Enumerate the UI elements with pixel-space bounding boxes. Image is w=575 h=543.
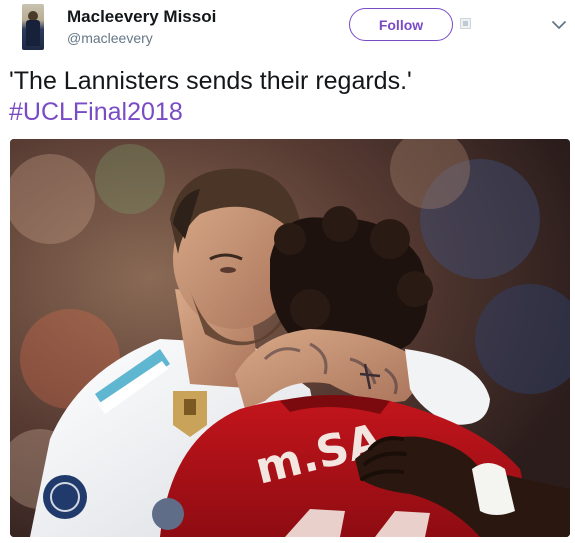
follow-badge-icon	[460, 18, 471, 29]
tweet-text: 'The Lannisters sends their regards.' #U…	[9, 66, 569, 128]
tweet-photo[interactable]: m.SA	[10, 139, 570, 537]
hashtag-link[interactable]: #UCLFinal2018	[9, 97, 569, 128]
author-handle[interactable]: @macleevery	[67, 30, 153, 46]
author-display-name[interactable]: Macleevery Missoi	[67, 7, 216, 27]
follow-button[interactable]: Follow	[349, 8, 453, 41]
red-sleeve-badge	[152, 498, 184, 530]
tweet-text-line: 'The Lannisters sends their regards.'	[9, 67, 412, 95]
avatar-figure-body	[26, 20, 40, 46]
avatar[interactable]	[22, 4, 44, 50]
photo-illustration: m.SA	[10, 139, 570, 537]
ucl-sleeve-badge	[43, 475, 87, 519]
tweet-header: Macleevery Missoi @macleevery Follow	[0, 0, 575, 60]
chevron-down-icon[interactable]	[550, 16, 568, 34]
